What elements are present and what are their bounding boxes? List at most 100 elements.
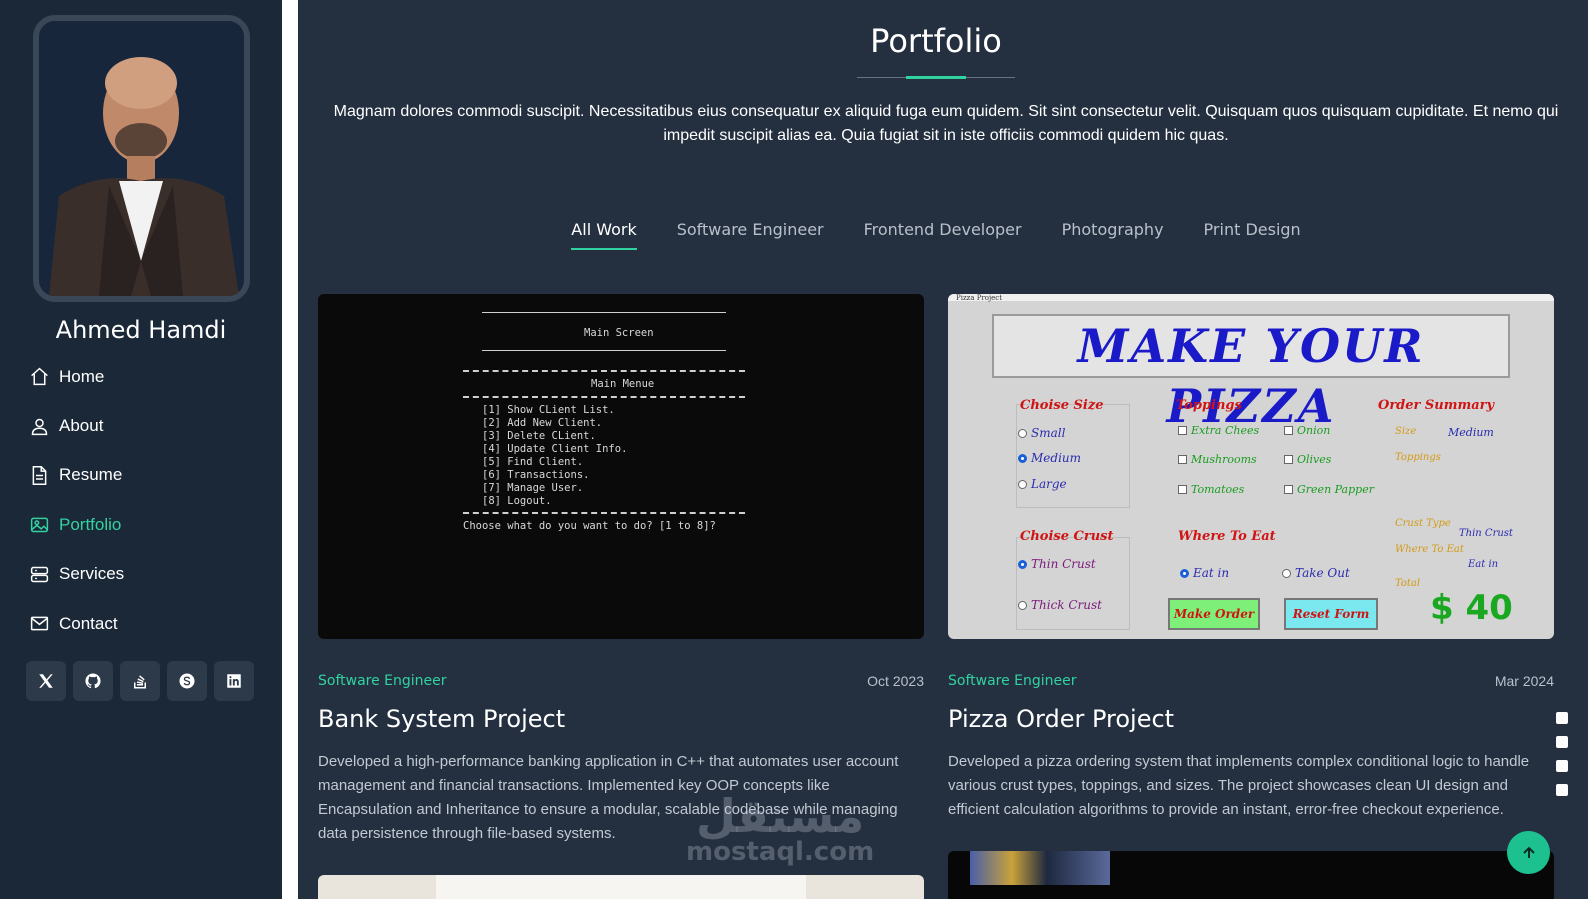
portfolio-section: Portfolio Magnam dolores commodi suscipi… — [298, 0, 1588, 899]
summary-crust-label: Crust Type — [1395, 518, 1451, 529]
terminal-menu-item: [2] Add New Client. — [482, 417, 603, 429]
home-icon — [28, 366, 50, 388]
side-toolbar — [1556, 712, 1570, 832]
card-meta: Software Engineer Oct 2023 — [318, 673, 924, 689]
portfolio-card[interactable]: Pizza Project MAKE YOUR PIZZA Choise Siz… — [948, 294, 1554, 822]
profile-name: Ahmed Hamdi — [55, 316, 227, 344]
filter-software-engineer[interactable]: Software Engineer — [677, 220, 824, 250]
terminal-menu-item: [8] Logout. — [482, 495, 552, 507]
summary-title: Order Summary — [1378, 398, 1495, 413]
tool-icon[interactable] — [1556, 712, 1568, 724]
topping-option: Mushrooms — [1178, 453, 1257, 466]
topping-option: Onion — [1284, 424, 1330, 437]
crust-group — [1016, 537, 1130, 630]
size-option: Large — [1018, 477, 1067, 491]
crust-option: Thin Crust — [1018, 557, 1096, 571]
images-icon — [28, 514, 50, 536]
topping-option: Tomatoes — [1178, 483, 1244, 496]
stackoverflow-icon — [134, 675, 146, 689]
section-title: Portfolio — [870, 22, 1002, 60]
linkedin-icon — [227, 674, 241, 688]
photo-thumbnail — [970, 851, 1110, 885]
nav-item-label: Contact — [59, 613, 118, 633]
window-title: Pizza Project — [956, 294, 1003, 302]
nav-item-contact[interactable]: Contact — [28, 599, 124, 648]
terminal-header: Main Screen — [584, 327, 654, 339]
where-option: Take Out — [1282, 566, 1350, 580]
card-date: Oct 2023 — [867, 673, 924, 689]
filter-photography[interactable]: Photography — [1062, 220, 1164, 250]
summary-where-label: Where To Eat — [1395, 544, 1464, 555]
card-date: Mar 2024 — [1494, 673, 1554, 689]
server-icon — [28, 563, 50, 585]
pizza-banner: MAKE YOUR PIZZA — [992, 314, 1510, 433]
terminal-rule — [463, 512, 745, 514]
card-category[interactable]: Software Engineer — [948, 673, 1077, 689]
nav-item-label: Resume — [59, 465, 123, 485]
terminal-menu-item: [6] Transactions. — [482, 469, 590, 481]
toppings-title: Toppings — [1176, 398, 1242, 413]
nav-item-services[interactable]: Services — [28, 550, 124, 599]
topping-option: Green Papper — [1284, 483, 1374, 496]
filter-print-design[interactable]: Print Design — [1204, 220, 1301, 250]
terminal-menu-item: [7] Manage User. — [482, 482, 584, 494]
arrow-up-icon — [1522, 846, 1535, 858]
where-title: Where To Eat — [1178, 529, 1276, 544]
avatar-image — [39, 21, 244, 296]
github-social-link[interactable] — [73, 661, 113, 701]
profile-photo — [33, 15, 250, 302]
x-social-link[interactable] — [26, 661, 66, 701]
topping-option: Olives — [1284, 453, 1331, 466]
card-meta: Software Engineer Mar 2024 — [948, 673, 1554, 689]
stackoverflow-social-link[interactable] — [120, 661, 160, 701]
nav-item-home[interactable]: Home — [28, 352, 124, 401]
scroll-gutter — [282, 0, 298, 899]
tool-icon[interactable] — [1556, 736, 1568, 748]
linkedin-social-link[interactable] — [214, 661, 254, 701]
gear-icon[interactable] — [1556, 784, 1568, 796]
section-description: Magnam dolores commodi suscipit. Necessi… — [333, 103, 1559, 144]
skype-social-link[interactable] — [167, 661, 207, 701]
watermark-latin: mostaql.com — [686, 837, 875, 867]
nav-item-label: About — [59, 416, 104, 436]
card-image-next[interactable] — [948, 851, 1554, 899]
card-image-next[interactable] — [318, 875, 924, 899]
portfolio-card[interactable]: Main Screen Main Menue [1] Show CLient L… — [318, 294, 924, 846]
summary-toppings-label: Toppings — [1395, 452, 1441, 463]
filter-frontend-developer[interactable]: Frontend Developer — [864, 220, 1022, 250]
size-title: Choise Size — [1020, 398, 1104, 413]
summary-crust-value: Thin Crust — [1459, 528, 1513, 539]
nav-item-resume[interactable]: Resume — [28, 451, 124, 500]
reset-form-button: Reset Form — [1284, 598, 1378, 630]
terminal-rule — [463, 370, 745, 372]
terminal-menu-item: [4] Update Client Info. — [482, 443, 628, 455]
terminal-rule — [482, 312, 726, 313]
skype-icon — [179, 673, 195, 689]
card-title[interactable]: Bank System Project — [318, 705, 924, 733]
card-image-bank-system[interactable]: Main Screen Main Menue [1] Show CLient L… — [318, 294, 924, 639]
nav-item-label: Services — [59, 564, 125, 584]
nav-item-about[interactable]: About — [28, 401, 124, 450]
nav-item-portfolio[interactable]: Portfolio — [28, 500, 124, 549]
card-title[interactable]: Pizza Order Project — [948, 705, 1554, 733]
crust-option: Thick Crust — [1018, 598, 1102, 612]
summary-where-value: Eat in — [1468, 559, 1499, 570]
summary-size-value: Medium — [1448, 426, 1494, 439]
summary-size-label: Size — [1395, 426, 1417, 437]
nav-item-label: Portfolio — [59, 514, 122, 534]
filter-all-work[interactable]: All Work — [571, 220, 638, 250]
card-category[interactable]: Software Engineer — [318, 673, 447, 689]
portfolio-filters: All Work Software Engineer Frontend Deve… — [298, 220, 1574, 250]
terminal-menu-item: [5] Find Client. — [482, 456, 584, 468]
sidebar: Ahmed Hamdi Home About Resume Portfolio … — [0, 0, 282, 899]
terminal-menu-item: [3] Delete CLient. — [482, 430, 596, 442]
summary-total-label: Total — [1395, 578, 1421, 589]
tool-icon[interactable] — [1556, 760, 1568, 772]
scroll-top-button[interactable] — [1507, 831, 1550, 874]
window-title-bar: Pizza Project — [948, 294, 1554, 302]
title-accent-bar — [906, 76, 966, 79]
card-image-pizza-order[interactable]: Pizza Project MAKE YOUR PIZZA Choise Siz… — [948, 294, 1554, 639]
size-option: Small — [1018, 426, 1065, 440]
social-links — [26, 661, 254, 701]
terminal-menu-item: [1] Show CLient List. — [482, 404, 615, 416]
